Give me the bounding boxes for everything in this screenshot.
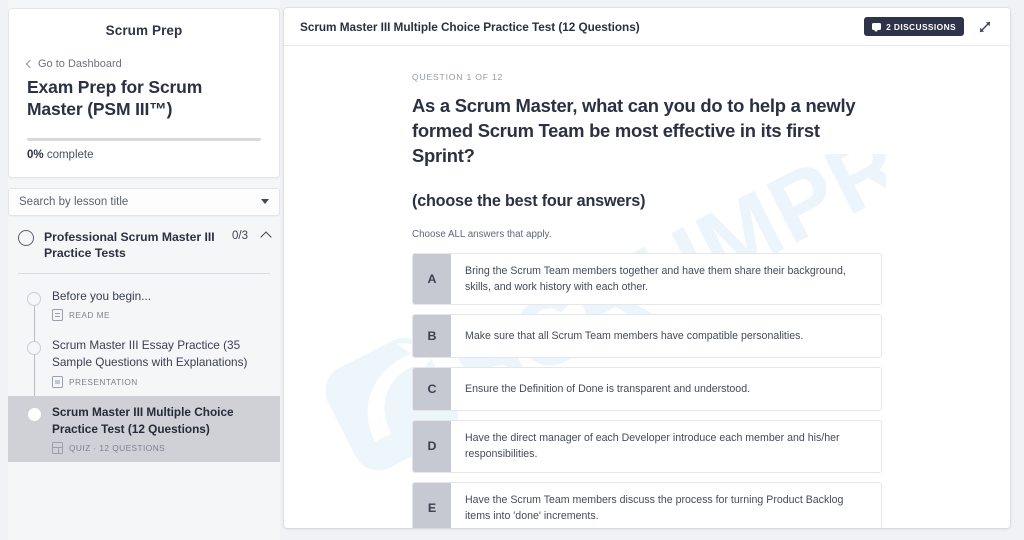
section-title: Professional Scrum Master III Practice T… [44, 229, 222, 262]
read-me-icon [52, 309, 63, 321]
page-title: Scrum Master III Multiple Choice Practic… [300, 20, 854, 34]
speech-bubble-icon [872, 23, 881, 30]
course-progress-percent: 0% [27, 149, 44, 161]
brand-title: Scrum Prep [27, 23, 261, 48]
go-to-dashboard-link[interactable]: Go to Dashboard [27, 58, 261, 70]
lesson-search-placeholder: Search by lesson title [19, 196, 261, 208]
list-item[interactable]: Scrum Master III Essay Practice (35 Samp… [8, 329, 280, 396]
answer-option-d[interactable]: D Have the direct manager of each Develo… [412, 420, 882, 472]
lesson-status-dot [28, 408, 41, 421]
question-counter: QUESTION 1 OF 12 [412, 72, 882, 82]
lesson-panel-header: Scrum Master III Multiple Choice Practic… [284, 8, 1010, 46]
answer-option-c[interactable]: C Ensure the Definition of Done is trans… [412, 367, 882, 411]
lesson-search-select[interactable]: Search by lesson title [8, 188, 280, 216]
answer-option-text: Have the direct manager of each Develope… [451, 421, 881, 471]
lesson-title: Scrum Master III Multiple Choice Practic… [52, 404, 266, 438]
lesson-meta: QUIZ · 12 QUESTIONS [52, 442, 266, 454]
lesson-list: Before you begin... READ ME Scrum Master… [8, 274, 280, 463]
answer-option-letter: B [413, 315, 451, 357]
go-to-dashboard-label: Go to Dashboard [38, 58, 122, 70]
chevron-up-icon[interactable] [260, 231, 271, 242]
course-sidebar: Scrum Prep Go to Dashboard Exam Prep for… [8, 0, 280, 540]
course-progress-label: 0% complete [27, 149, 261, 161]
lesson-meta-label: PRESENTATION [69, 377, 138, 387]
lesson-panel: Scrum Master III Multiple Choice Practic… [284, 8, 1010, 528]
answer-option-text: Ensure the Definition of Done is transpa… [451, 368, 881, 410]
course-title: Exam Prep for Scrum Master (PSM III™) [27, 76, 261, 121]
lesson-meta: PRESENTATION [52, 376, 266, 388]
quiz-icon [52, 442, 63, 454]
answer-option-letter: C [413, 368, 451, 410]
question-sub-prompt: (choose the best four answers) [412, 190, 882, 212]
answer-option-e[interactable]: E Have the Scrum Team members discuss th… [412, 482, 882, 529]
lesson-meta-label: READ ME [69, 310, 110, 320]
answer-option-text: Have the Scrum Team members discuss the … [451, 483, 881, 529]
question-block: QUESTION 1 OF 12 As a Scrum Master, what… [284, 46, 1010, 528]
course-summary-card: Scrum Prep Go to Dashboard Exam Prep for… [8, 8, 280, 178]
question-prompt: As a Scrum Master, what can you do to he… [412, 93, 882, 168]
answer-option-text: Bring the Scrum Team members together an… [451, 254, 881, 304]
discussions-label: 2 DISCUSSIONS [886, 22, 956, 32]
list-item-active-quiz[interactable]: Scrum Master III Multiple Choice Practic… [8, 396, 280, 463]
app-root: Scrum Prep Go to Dashboard Exam Prep for… [0, 0, 1024, 540]
section-progress-count: 0/3 [232, 230, 248, 242]
answer-option-letter: A [413, 254, 451, 304]
discussions-button[interactable]: 2 DISCUSSIONS [864, 17, 964, 36]
lesson-title: Before you begin... [52, 288, 266, 305]
section-header-practice-tests[interactable]: Professional Scrum Master III Practice T… [8, 216, 280, 262]
answer-option-a[interactable]: A Bring the Scrum Team members together … [412, 253, 882, 305]
course-progress-suffix: complete [44, 149, 94, 161]
question-hint: Choose ALL answers that apply. [412, 229, 882, 240]
presentation-icon [52, 376, 63, 388]
chevron-left-icon [26, 60, 34, 68]
answer-option-text: Make sure that all Scrum Team members ha… [451, 315, 881, 357]
answer-options-list: A Bring the Scrum Team members together … [412, 253, 882, 528]
lesson-status-dot [27, 341, 41, 355]
answer-option-letter: D [413, 421, 451, 471]
answer-option-b[interactable]: B Make sure that all Scrum Team members … [412, 314, 882, 358]
course-progress-bar [27, 138, 261, 141]
lesson-meta-label: QUIZ · 12 QUESTIONS [69, 443, 165, 453]
chevron-down-icon [261, 199, 269, 204]
answer-option-letter: E [413, 483, 451, 529]
lesson-meta: READ ME [52, 309, 266, 321]
expand-icon [974, 16, 996, 38]
expand-button[interactable] [974, 16, 996, 38]
section-progress-circle-icon [18, 230, 34, 246]
list-item[interactable]: Before you begin... READ ME [8, 280, 280, 330]
lesson-status-dot [27, 292, 41, 306]
quiz-content: SCRUMPREP QUESTION 1 OF 12 As a Scrum Ma… [284, 46, 1010, 528]
lesson-title: Scrum Master III Essay Practice (35 Samp… [52, 337, 266, 371]
